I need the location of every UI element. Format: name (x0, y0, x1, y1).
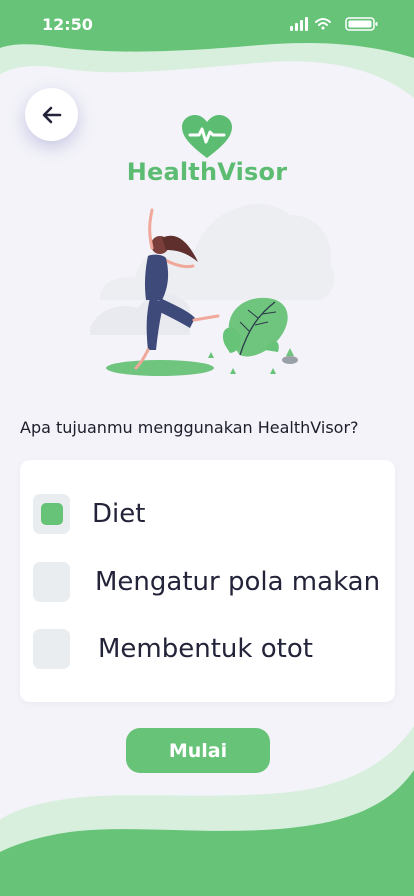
mulai-button[interactable]: Mulai (126, 728, 270, 773)
option-mengatur-pola-makan[interactable]: Mengatur pola makan (33, 562, 380, 602)
heart-pulse-icon (182, 115, 232, 158)
status-time: 12:50 (42, 15, 93, 34)
goal-options-card: Diet Mengatur pola makan Membentuk otot (20, 460, 395, 702)
dancing-woman-illustration (90, 203, 335, 376)
battery-icon (345, 17, 378, 31)
status-bar: 12:50 (0, 0, 414, 48)
diet-checkbox[interactable] (33, 494, 70, 534)
option-label: Diet (92, 499, 146, 529)
checkbox-checked-mark (40, 503, 63, 525)
status-icons (290, 17, 378, 31)
option-membentuk-otot[interactable]: Membentuk otot (33, 629, 313, 669)
question-text: Apa tujuanmu menggunakan HealthVisor? (20, 418, 359, 437)
signal-icon (290, 17, 308, 31)
membentuk-otot-checkbox[interactable] (33, 629, 70, 669)
option-label: Membentuk otot (98, 634, 313, 664)
option-label: Mengatur pola makan (95, 567, 381, 597)
wifi-icon (315, 18, 331, 30)
brand-name: HealthVisor (126, 158, 288, 186)
app-logo: HealthVisor (0, 114, 414, 186)
mengatur-pola-makan-checkbox[interactable] (33, 562, 70, 602)
option-diet[interactable]: Diet (33, 494, 145, 534)
